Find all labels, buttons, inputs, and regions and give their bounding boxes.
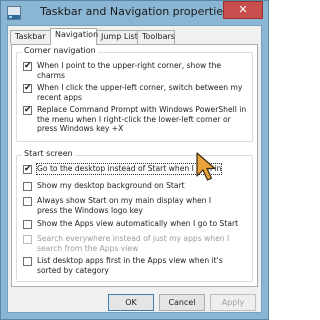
option-label-text: Go to the desktop instead of Start when … xyxy=(35,163,223,175)
dialog-buttons: OK Cancel Apply xyxy=(8,294,261,312)
checkbox[interactable] xyxy=(23,182,32,191)
checkbox[interactable]: ✔ xyxy=(23,83,32,93)
mouse-cursor-icon xyxy=(196,152,216,181)
apply-button[interactable]: Apply xyxy=(210,294,256,311)
checkbox[interactable] xyxy=(23,220,32,229)
option-show-apps-view[interactable]: Show the Apps view automatically when I … xyxy=(23,219,248,231)
tab-taskbar[interactable]: Taskbar xyxy=(10,30,51,44)
navigation-tab-panel: Corner navigation ✔ When I point to the … xyxy=(11,44,258,287)
option-label: When I click the upper-left corner, swit… xyxy=(37,83,243,102)
option-label: Always show Start on my main display whe… xyxy=(37,196,212,215)
check-mark-icon: ✔ xyxy=(24,105,32,115)
tab-jump-lists[interactable]: Jump Lists xyxy=(96,30,142,44)
option-show-desktop-background[interactable]: Show my desktop background on Start xyxy=(23,181,248,193)
checkbox[interactable] xyxy=(23,197,32,206)
check-mark-icon: ✔ xyxy=(24,164,32,174)
corner-navigation-title: Corner navigation xyxy=(22,46,98,55)
option-switch-recent-apps[interactable]: ✔ When I click the upper-left corner, sw… xyxy=(23,83,248,102)
cancel-button[interactable]: Cancel xyxy=(159,294,205,311)
option-search-everywhere[interactable]: Search everywhere instead of just my app… xyxy=(23,234,248,254)
option-always-show-start-main-display[interactable]: Always show Start on my main display whe… xyxy=(23,196,248,216)
checkbox[interactable]: ✔ xyxy=(23,105,32,115)
checkbox[interactable]: ✔ xyxy=(23,164,32,174)
option-label: Show the Apps view automatically when I … xyxy=(37,219,239,228)
checkbox[interactable]: ✔ xyxy=(23,61,32,71)
start-screen-group: Start screen ✔ Go to the desktop instead… xyxy=(16,149,253,282)
option-label: List desktop apps first in the Apps view… xyxy=(37,256,223,275)
properties-window: Taskbar and Navigation properties ✕ Task… xyxy=(0,0,269,320)
option-show-charms[interactable]: ✔ When I point to the upper-right corner… xyxy=(23,61,248,80)
option-list-desktop-apps-first[interactable]: List desktop apps first in the Apps view… xyxy=(23,256,248,276)
corner-navigation-group: Corner navigation ✔ When I point to the … xyxy=(16,46,253,142)
tab-toolbars[interactable]: Toolbars xyxy=(137,30,175,44)
checkbox[interactable] xyxy=(23,257,32,266)
check-mark-icon: ✔ xyxy=(24,61,32,71)
option-replace-command-prompt[interactable]: ✔ Replace Command Prompt with Windows Po… xyxy=(23,105,248,135)
dialog-client-area: Taskbar Navigation Jump Lists Toolbars C… xyxy=(7,25,262,313)
title-bar[interactable]: Taskbar and Navigation properties ✕ xyxy=(1,1,268,25)
close-button[interactable]: ✕ xyxy=(223,1,263,19)
start-screen-title: Start screen xyxy=(22,149,75,158)
option-label: Show my desktop background on Start xyxy=(37,181,185,190)
option-label: Search everywhere instead of just my app… xyxy=(37,234,230,253)
checkbox[interactable] xyxy=(23,235,32,244)
tab-navigation[interactable]: Navigation xyxy=(50,28,98,45)
option-label: Replace Command Prompt with Windows Powe… xyxy=(37,105,247,133)
option-label: When I point to the upper-right corner, … xyxy=(37,61,222,80)
check-mark-icon: ✔ xyxy=(24,83,32,93)
ok-button[interactable]: OK xyxy=(108,294,154,311)
